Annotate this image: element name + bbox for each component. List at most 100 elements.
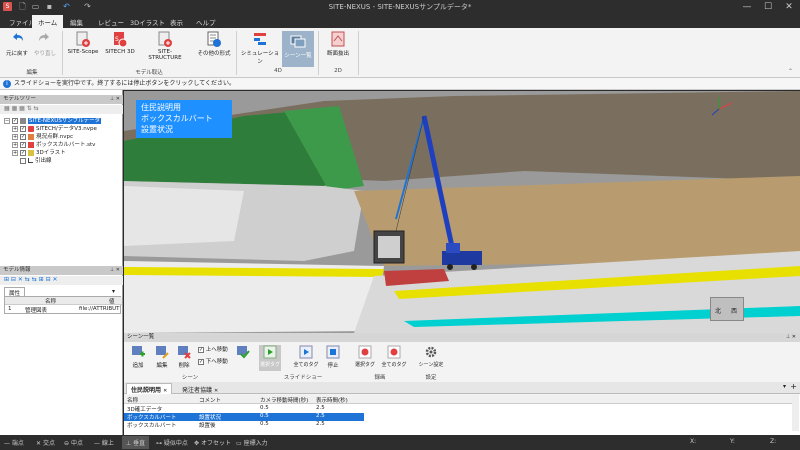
tree-item[interactable]: 引出線: [20, 157, 52, 165]
sitech-file-icon: [28, 125, 34, 132]
tab-help[interactable]: ヘルプ: [190, 15, 222, 28]
pin-icon[interactable]: ⊥ ✕: [110, 95, 120, 104]
record-selected-button[interactable]: 選択タグ: [352, 345, 378, 368]
collapse-ribbon-icon[interactable]: ⌃: [788, 68, 793, 75]
tree-item[interactable]: + ✓ 3Dイラスト: [12, 149, 66, 157]
menu-bar: ファイル ホーム 編集 レビュー 3Dイラスト 表示 ヘルプ: [0, 14, 800, 28]
table-row[interactable]: ボックスカルバート 設置後 0.5 2.5: [124, 421, 364, 429]
edit-group-label: 編集: [26, 70, 38, 76]
tree-item[interactable]: + ✓ SITECH/データV3.nvpe: [12, 125, 97, 133]
tab-close-icon[interactable]: ✕: [214, 388, 218, 394]
checkbox[interactable]: ✓: [20, 149, 26, 156]
3d-viewport[interactable]: 住民説明用 ボックスカルバート 設置状況 北 西: [124, 91, 800, 333]
title-bar: S 🗋 ▭ ▪ ↶ ↷ SITE-NEXUS - SITE-NEXUSサンプルデ…: [0, 0, 800, 14]
sitestructure-button[interactable]: SITE-STRUCTURE: [142, 31, 188, 61]
move-up-button[interactable]: ✓ 上へ移動: [198, 345, 228, 353]
info-tool-icons[interactable]: ⊞ ⊟ ✕ ⇆ ⇆ ⊞ ⊟ ✕: [4, 276, 58, 283]
maximize-button[interactable]: ☐: [758, 0, 778, 14]
tree-item[interactable]: − ✓ SITE-NEXUSサンプルデータ: [4, 117, 102, 125]
close-button[interactable]: ✕: [779, 0, 799, 14]
play-selected-button[interactable]: 選択タグ: [259, 345, 281, 371]
tab-view[interactable]: 表示: [164, 15, 189, 28]
snap-offset[interactable]: ✥ オフセット: [194, 438, 231, 447]
snap-midpoint[interactable]: ⊖ 中点: [64, 438, 83, 447]
panel-pin-icon[interactable]: ⊥ ✕: [786, 333, 796, 342]
tab-home[interactable]: ホーム: [32, 15, 64, 28]
snap-pseudo-midpoint[interactable]: ⊶ 疑似中点: [156, 438, 188, 447]
checkbox[interactable]: ✓: [12, 117, 18, 124]
tree-item[interactable]: + ✓ 現況点群.nvpc: [12, 133, 73, 141]
sitescope-icon: [76, 31, 90, 47]
table-row-selected[interactable]: ボックスカルバート 設置状況 0.5 2.5: [124, 413, 364, 421]
redo-icon: [39, 33, 49, 41]
expand-icon[interactable]: +: [12, 141, 18, 148]
sitescope-button[interactable]: SITE-Scope: [66, 31, 100, 55]
checkbox[interactable]: ✓: [20, 141, 26, 148]
table-row[interactable]: 1 管理図表 file://ATTRIBUT: [5, 306, 122, 314]
other-format-button[interactable]: その他の形式: [194, 31, 234, 57]
tree-filter-icon[interactable]: ▦ ▦ ▦ ⇅ ⇆: [4, 105, 39, 112]
play-all-icon: [299, 345, 313, 359]
cell-camera-time: 0.5: [260, 421, 269, 427]
snap-perpendicular-label: 垂直: [133, 440, 146, 447]
table-scrollbar[interactable]: [792, 395, 799, 431]
tab-close-icon[interactable]: ✕: [163, 388, 167, 394]
scene-settings-label: シーン設定: [418, 362, 444, 368]
tab-client-label: 発注者協議: [182, 387, 213, 394]
minimize-button[interactable]: —: [737, 0, 757, 14]
tab-menu-icon[interactable]: ▾: [783, 383, 786, 390]
sitech3d-button[interactable]: S SITECH 3D: [104, 31, 136, 55]
expand-icon[interactable]: +: [12, 149, 18, 156]
tab-resident[interactable]: 住民説明用 ✕: [126, 383, 173, 394]
stop-button[interactable]: 停止: [324, 345, 342, 369]
tab-dropdown-icon[interactable]: ▾: [112, 288, 115, 295]
tab-attributes[interactable]: 属性: [4, 287, 26, 297]
other-format-label: その他の形式: [197, 51, 231, 57]
snap-endpoint[interactable]: — 端点: [4, 438, 24, 447]
checkbox[interactable]: ✓: [20, 125, 26, 132]
edit-scene-button[interactable]: 編集: [152, 345, 172, 369]
cell-camera-time: 0.5: [260, 413, 269, 419]
add-scene-button[interactable]: 追加: [128, 345, 148, 369]
redo-button[interactable]: やり直し: [32, 31, 58, 57]
gear-icon: [425, 346, 437, 358]
pin-icon[interactable]: ⊥ ✕: [110, 266, 120, 275]
apply-button[interactable]: [234, 345, 252, 361]
snap-intersection[interactable]: ✕ 交点: [36, 438, 55, 447]
section-extract-icon: [331, 31, 345, 47]
scene-settings-button[interactable]: シーン設定: [414, 345, 448, 368]
coordinate-input-label: 座標入力: [243, 440, 268, 447]
add-icon: [132, 346, 145, 357]
4d-group-label: 4D: [274, 68, 282, 74]
info-icon: i: [3, 79, 11, 88]
delete-label: 削除: [178, 363, 190, 369]
expand-icon[interactable]: +: [12, 125, 18, 132]
record-all-button[interactable]: 全てのタグ: [380, 345, 408, 368]
checkbox[interactable]: ✓: [20, 133, 26, 140]
snap-perpendicular[interactable]: ⊥ 垂直: [122, 436, 150, 449]
record-selected-label: 選択タグ: [354, 362, 375, 368]
tree-item[interactable]: + ✓ ボックスカルバート.stv: [12, 141, 95, 149]
checkbox[interactable]: [20, 157, 26, 164]
table-row[interactable]: 3D確工データ 0.5 2.5: [124, 405, 364, 413]
simulation-icon: [254, 33, 266, 45]
scene-list-button[interactable]: シーン一覧: [282, 31, 314, 67]
stop-label: 停止: [327, 363, 339, 369]
add-tab-icon[interactable]: +: [790, 382, 797, 391]
collapse-icon[interactable]: −: [4, 117, 10, 124]
undo-button[interactable]: 元に戻す: [4, 31, 30, 57]
view-cube[interactable]: 北 西: [710, 297, 744, 321]
delete-scene-button[interactable]: 削除: [174, 345, 194, 369]
record-all-icon: [387, 345, 401, 359]
play-all-button[interactable]: 全てのタグ: [292, 345, 320, 368]
simulation-button[interactable]: シミュレーション: [240, 31, 280, 65]
structure-file-icon: [28, 141, 34, 148]
move-down-button[interactable]: ✓ 下へ移動: [198, 357, 228, 365]
ribbon-separator: [358, 31, 359, 75]
section-extract-button[interactable]: 断面抜出: [322, 31, 354, 57]
tab-client[interactable]: 発注者協議 ✕: [178, 384, 222, 394]
coordinate-input[interactable]: ▭ 座標入力: [236, 438, 268, 447]
snap-online[interactable]: — 線上: [94, 438, 114, 447]
expand-icon[interactable]: +: [12, 133, 18, 140]
tab-edit[interactable]: 編集: [64, 15, 89, 28]
